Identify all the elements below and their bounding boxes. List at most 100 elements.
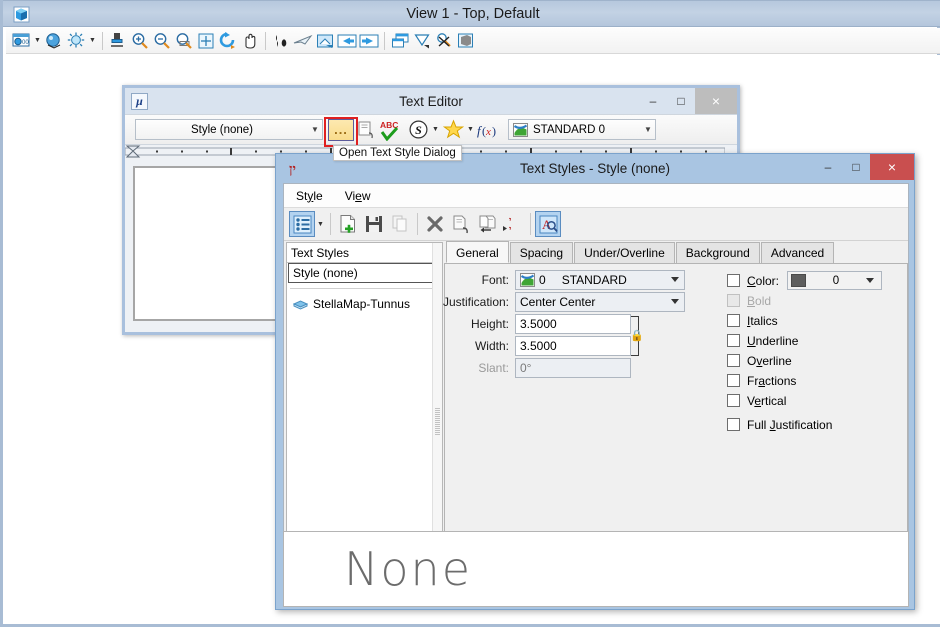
fit-view-icon[interactable] [195, 30, 217, 52]
text-editor-maximize-button[interactable]: □ [667, 88, 695, 114]
favorites-dropdown-icon[interactable]: ▼ [465, 119, 476, 141]
next-view-icon[interactable] [358, 30, 380, 52]
toolbar-separator [102, 31, 103, 50]
new-style-icon[interactable] [335, 211, 361, 237]
zoom-out-icon[interactable] [151, 30, 173, 52]
render-mode-icon[interactable] [43, 30, 65, 52]
selected-style-row[interactable]: Style (none) [288, 263, 441, 283]
application-titlebar: View 1 - Top, Default [3, 0, 940, 27]
toolbar-separator [530, 213, 531, 235]
clip-element-icon[interactable] [433, 30, 455, 52]
text-style-combo[interactable]: Style (none) ▼ [135, 119, 323, 140]
underline-checkbox[interactable] [727, 334, 740, 347]
justification-field-row: Justification: Center Center [440, 292, 685, 312]
chevron-down-icon[interactable]: ▼ [641, 125, 655, 134]
preview-text: None [344, 542, 473, 596]
overline-checkbox-row: Overline [727, 351, 792, 370]
height-field-row: Height: 3.5000 [440, 314, 631, 334]
save-style-icon[interactable] [361, 211, 387, 237]
clear-clip-icon[interactable] [455, 30, 477, 52]
fractions-checkbox-row: Fractions [727, 371, 796, 390]
italics-label: Italics [747, 313, 778, 328]
chevron-down-icon[interactable] [671, 277, 679, 282]
zoom-in-icon[interactable] [129, 30, 151, 52]
apply-to-element-icon[interactable] [474, 211, 500, 237]
tab-spacing[interactable]: Spacing [509, 242, 574, 263]
clip-mask-icon[interactable] [411, 30, 433, 52]
spell-check-icon[interactable]: ABC [378, 118, 406, 142]
color-label: Color: [747, 273, 780, 288]
italics-checkbox[interactable] [727, 314, 740, 327]
fly-icon[interactable] [292, 30, 314, 52]
update-from-element-icon[interactable] [448, 211, 474, 237]
width-field-row: Width: 3.5000 [440, 336, 631, 356]
bold-checkbox-row: Bold [727, 291, 771, 310]
font-combo[interactable]: STANDARD 0 ▼ [508, 119, 656, 140]
view-attributes-dropdown-icon[interactable]: ▼ [32, 30, 43, 52]
tab-under-overline[interactable]: Under/Overline [574, 242, 675, 263]
walk-icon[interactable] [270, 30, 292, 52]
tab-advanced[interactable]: Advanced [760, 242, 835, 263]
vertical-checkbox-row: Vertical [727, 391, 786, 410]
previous-view-icon[interactable] [336, 30, 358, 52]
menu-style[interactable]: Style [296, 189, 323, 203]
width-input[interactable]: 3.5000 [515, 336, 631, 356]
full-justification-label: Full Justification [747, 417, 833, 432]
highlight-style-icon[interactable]: A [535, 211, 561, 237]
list-item[interactable]: StellaMap-Tunnus [287, 294, 442, 314]
view-previous-next-icon[interactable] [314, 30, 336, 52]
tooltip: Open Text Style Dialog [333, 145, 462, 161]
symbol-dropdown-icon[interactable]: ▼ [430, 119, 441, 141]
display-style-dropdown-icon[interactable]: ▼ [87, 30, 98, 52]
ellipsis-label: ... [334, 122, 348, 137]
import-styles-icon[interactable]: י י [500, 211, 526, 237]
color-checkbox[interactable] [727, 274, 740, 287]
overline-checkbox[interactable] [727, 354, 740, 367]
tab-general[interactable]: General [446, 241, 509, 263]
text-styles-close-button[interactable]: × [870, 154, 914, 180]
symbol-icon[interactable]: S [406, 118, 430, 142]
font-dropdown[interactable]: 0 STANDARD [515, 270, 685, 290]
rotate-view-icon[interactable] [217, 30, 239, 52]
favorites-icon[interactable] [441, 118, 465, 142]
style-list-icon[interactable] [289, 211, 315, 237]
copy-view-icon[interactable] [389, 30, 411, 52]
function-icon[interactable]: f ( x ) [476, 118, 502, 142]
slant-field-row: Slant: 0° [440, 358, 631, 378]
font-index: 0 [539, 273, 546, 287]
tab-background[interactable]: Background [675, 242, 760, 263]
height-input[interactable]: 3.5000 [515, 314, 631, 334]
color-picker[interactable]: 0 [787, 271, 882, 290]
delete-style-icon[interactable] [422, 211, 448, 237]
open-text-style-dialog-button[interactable]: ... [328, 118, 354, 141]
window-area-icon[interactable] [173, 30, 195, 52]
view-attributes-icon[interactable]: 00 [10, 30, 32, 52]
vertical-checkbox[interactable] [727, 394, 740, 407]
chevron-down-icon[interactable]: ▼ [308, 125, 322, 134]
text-styles-minimize-button[interactable]: – [814, 154, 842, 180]
clip-volume-icon[interactable] [107, 30, 129, 52]
scrollbar-grip[interactable] [435, 408, 440, 436]
text-styles-list-header: Text Styles [287, 243, 442, 263]
pan-view-icon[interactable] [239, 30, 261, 52]
text-editor-close-button[interactable]: × [695, 88, 737, 114]
underline-checkbox-row: Underline [727, 331, 798, 350]
style-list-dropdown-icon[interactable]: ▼ [315, 213, 326, 235]
justification-dropdown[interactable]: Center Center [515, 292, 685, 312]
style-preview-pane: None [283, 531, 909, 607]
fractions-checkbox[interactable] [727, 374, 740, 387]
chevron-down-icon[interactable] [866, 278, 874, 283]
style-group-icon [293, 298, 308, 311]
chevron-down-icon[interactable] [671, 299, 679, 304]
text-styles-toolbar: ▼ י י A [284, 208, 908, 241]
text-styles-maximize-button[interactable]: □ [842, 154, 870, 180]
menu-view[interactable]: View [345, 189, 371, 203]
svg-text:00: 00 [22, 40, 29, 46]
text-editor-minimize-button[interactable]: – [639, 88, 667, 114]
insert-field-icon[interactable] [354, 118, 378, 142]
text-styles-window-controls: – □ × [814, 154, 914, 180]
full-justification-checkbox[interactable] [727, 418, 740, 431]
copy-style-icon[interactable] [387, 211, 413, 237]
vertical-label: Vertical [747, 393, 787, 408]
display-style-icon[interactable] [65, 30, 87, 52]
